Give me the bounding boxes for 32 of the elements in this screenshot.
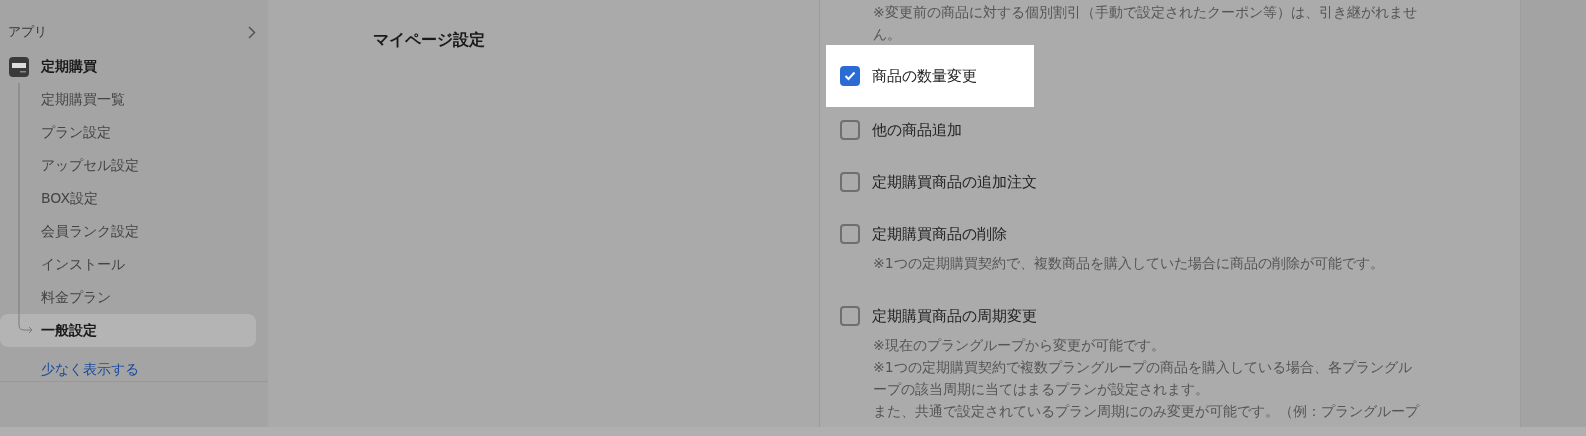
note-text: ※1つの定期購買契約で複数プラングループの商品を購入している場合、各プラングル [872, 358, 1413, 377]
show-less-link[interactable]: 少なく表示する [41, 361, 139, 379]
option-label: 定期購買商品の追加注文 [872, 172, 1037, 192]
option-label: 定期購買商品の周期変更 [872, 306, 1037, 326]
section-title: アプリ [8, 23, 47, 41]
sidebar-item[interactable]: プラン設定 [0, 116, 256, 149]
option-label: 商品の数量変更 [872, 66, 977, 86]
chevron-right-icon[interactable] [248, 25, 256, 39]
note-text: ープの該当周期に当てはまるプランが設定されます。 [872, 380, 1210, 399]
sidebar-item[interactable]: 会員ランク設定 [0, 215, 256, 248]
note-text: ※変更前の商品に対する個別割引（手動で設定されたクーポン等）は、引き継がれませ [872, 3, 1418, 22]
app-icon [9, 57, 29, 77]
checkbox[interactable] [840, 224, 860, 244]
checkbox[interactable] [840, 172, 860, 192]
checkbox[interactable] [840, 120, 860, 140]
sidebar-item[interactable]: 定期購買一覧 [0, 83, 256, 116]
checkbox[interactable] [840, 306, 860, 326]
note-text: ん。 [872, 25, 902, 44]
note-text: ※1つの定期購買契約で、複数商品を購入していた場合に商品の削除が可能です。 [872, 254, 1385, 273]
app-name[interactable]: 定期購買 [41, 58, 97, 76]
option-label: 他の商品追加 [872, 120, 962, 140]
sidebar-item[interactable]: インストール [0, 248, 256, 281]
checkbox[interactable] [840, 66, 860, 86]
note-text: また、共通で設定されているプラン周期にのみ変更が可能です。（例：プラングループ [872, 402, 1421, 421]
sidebar-item[interactable]: 料金プラン [0, 281, 256, 314]
note-text: ※現在のプラングループから変更が可能です。 [872, 336, 1166, 355]
check-icon [844, 71, 856, 81]
sidebar-item[interactable]: BOX設定 [0, 182, 256, 215]
sidebar-item[interactable]: 一般設定 [0, 314, 256, 347]
option-label: 定期購買商品の削除 [872, 224, 1007, 244]
section-title: マイページ設定 [373, 30, 485, 49]
sidebar-item[interactable]: アップセル設定 [0, 149, 256, 182]
